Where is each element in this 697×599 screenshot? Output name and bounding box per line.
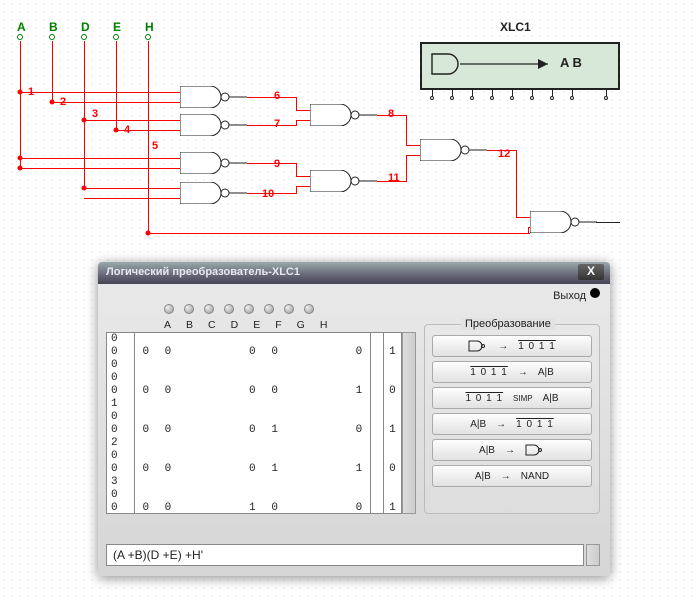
- nand-gate-icon: [180, 182, 250, 204]
- schematic-canvas: A B D E H 1 2 3 4 5 6 7 8 9 10 11 12: [0, 0, 697, 260]
- dialog-title: Логический преобразователь-XLC1: [106, 266, 300, 278]
- led-h-icon[interactable]: [304, 304, 314, 314]
- table-row[interactable]: 0 0 1000010: [107, 372, 401, 411]
- tt-icon-text: 1 0 1 1: [518, 341, 556, 352]
- conv-expr-to-tt-button[interactable]: A|B→1 0 1 1: [432, 413, 592, 435]
- led-a-icon[interactable]: [164, 304, 174, 314]
- xlc-ab-label: A B: [560, 55, 582, 70]
- wire-10-label: 10: [262, 188, 274, 200]
- led-g-icon[interactable]: [284, 304, 294, 314]
- input-e-label: E: [113, 20, 121, 34]
- wire-6-label: 6: [274, 90, 280, 102]
- column-headers: ABCDEFGH: [164, 319, 327, 331]
- nand-gate-icon: [310, 170, 380, 192]
- xlc-gate-icon: [430, 50, 560, 80]
- nand-gate-icon: [180, 114, 250, 136]
- wire-11-label: 11: [388, 172, 400, 184]
- input-b-label: B: [49, 20, 58, 34]
- nand-gate-icon: [310, 104, 380, 126]
- nand-gate-icon: [530, 211, 600, 233]
- table-row[interactable]: 0 0 2000101: [107, 411, 401, 450]
- input-h-label: H: [145, 20, 154, 34]
- nand-gate-icon: [180, 86, 250, 108]
- led-c-icon[interactable]: [204, 304, 214, 314]
- wire-7-label: 7: [274, 118, 280, 130]
- led-f-icon[interactable]: [264, 304, 274, 314]
- input-leds: [164, 304, 314, 314]
- truth-table[interactable]: 0 0 00000010 0 10000100 0 20001010 0 300…: [106, 332, 402, 514]
- table-row[interactable]: 0 0 3000110: [107, 450, 401, 489]
- wire-9-label: 9: [274, 158, 280, 170]
- conversion-panel: Преобразование → 1 0 1 1 1 0 1 1→A|B 1 0…: [424, 324, 600, 514]
- nand-gate-icon: [180, 152, 250, 174]
- table-row[interactable]: 0 0 0000001: [107, 333, 401, 372]
- gate-icon: [525, 444, 545, 456]
- wire-5-label: 5: [152, 140, 158, 152]
- pin-icon: [49, 34, 55, 40]
- conv-expr-to-gate-button[interactable]: A|B→: [432, 439, 592, 461]
- conversion-title: Преобразование: [461, 318, 555, 330]
- dialog-titlebar[interactable]: Логический преобразователь-XLC1 X: [98, 262, 610, 284]
- input-d-label: D: [81, 20, 90, 34]
- table-row[interactable]: 0 0 4001001: [107, 489, 401, 514]
- pin-icon: [145, 34, 151, 40]
- gate-icon: [468, 340, 488, 352]
- conv-expr-to-nand-button[interactable]: A|B→NAND: [432, 465, 592, 487]
- expression-scrollbar[interactable]: [586, 544, 600, 566]
- wire-3-label: 3: [92, 108, 98, 120]
- wire-8-label: 8: [388, 108, 394, 120]
- close-button[interactable]: X: [578, 264, 604, 280]
- led-d-icon[interactable]: [224, 304, 234, 314]
- pin-icon: [81, 34, 87, 40]
- xlc-title: XLC1: [500, 20, 531, 34]
- expression-field[interactable]: (A +B)(D +E) +H': [106, 544, 584, 566]
- conv-tt-to-expr-button[interactable]: 1 0 1 1→A|B: [432, 361, 592, 383]
- input-a-label: A: [17, 20, 26, 34]
- conv-tt-simp-expr-button[interactable]: 1 0 1 1SIMPA|B: [432, 387, 592, 409]
- conv-gate-to-tt-button[interactable]: → 1 0 1 1: [432, 335, 592, 357]
- led-e-icon[interactable]: [244, 304, 254, 314]
- logic-converter-dialog: Логический преобразователь-XLC1 X Выход …: [98, 262, 610, 576]
- output-dot-icon: [590, 288, 600, 298]
- led-b-icon[interactable]: [184, 304, 194, 314]
- pin-icon: [17, 34, 23, 40]
- nand-gate-icon: [420, 139, 490, 161]
- table-scrollbar[interactable]: [402, 332, 416, 514]
- pin-icon: [113, 34, 119, 40]
- output-label: Выход: [553, 290, 586, 302]
